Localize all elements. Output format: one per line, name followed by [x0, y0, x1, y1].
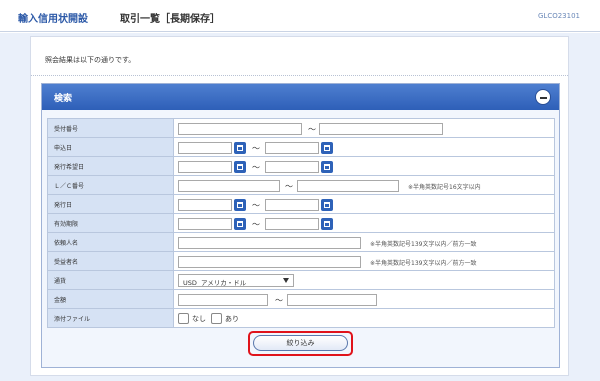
amount-to-input[interactable]: [287, 293, 377, 306]
row-currency: 通貨 USD アメリカ・ドル: [47, 270, 555, 290]
minus-circle-icon[interactable]: [535, 89, 551, 105]
receipt-no-from-input[interactable]: [178, 122, 302, 135]
attachment-yes-checkbox[interactable]: [211, 312, 222, 324]
lc-no-from-input[interactable]: [178, 179, 280, 192]
range-tilde: ～: [252, 200, 260, 210]
amount-label: 金額: [47, 289, 174, 309]
attachment-none-label: なし: [192, 314, 206, 323]
calendar-icon[interactable]: [234, 141, 246, 154]
application-date-to-input[interactable]: [265, 141, 319, 154]
range-tilde: ～: [252, 143, 260, 153]
applicant-label: 依頼人名: [47, 232, 174, 252]
beneficiary-input[interactable]: [178, 255, 361, 268]
range-tilde: ～: [252, 162, 260, 172]
beneficiary-hint: ※半角英数記号139文字以内／前方一致: [370, 259, 477, 267]
row-receipt-no: 受付番号 ～: [47, 118, 555, 138]
issue-request-date-label: 発行希望日: [47, 156, 174, 176]
lc-no-to-input[interactable]: [297, 179, 399, 192]
range-tilde: ～: [308, 124, 316, 134]
row-applicant: 依頼人名 ※半角英数記号139文字以内／前方一致: [47, 232, 555, 252]
calendar-icon[interactable]: [321, 160, 333, 173]
beneficiary-label: 受益者名: [47, 251, 174, 271]
applicant-hint: ※半角英数記号139文字以内／前方一致: [370, 240, 477, 248]
search-form: 受付番号 ～ 申込日 ～ 発行希望日 ～ Ｌ／Ｃ番号 ～ ※半角英数記号16文字…: [47, 118, 555, 328]
expiry-date-label: 有効期限: [47, 213, 174, 233]
attachment-label: 添付ファイル: [47, 308, 174, 328]
app-title: 輸入信用状開設: [18, 14, 88, 25]
result-message: 照会結果は以下の通りです。: [45, 56, 136, 64]
attachment-none-checkbox[interactable]: [178, 312, 189, 324]
calendar-icon[interactable]: [321, 217, 333, 230]
row-beneficiary: 受益者名 ※半角英数記号139文字以内／前方一致: [47, 251, 555, 271]
search-panel-title: 検索: [54, 94, 73, 104]
expiry-date-from-input[interactable]: [178, 217, 232, 230]
amount-from-input[interactable]: [178, 293, 268, 306]
currency-selected-value: USD アメリカ・ドル: [183, 278, 247, 287]
range-tilde: ～: [252, 219, 260, 229]
issue-date-label: 発行日: [47, 194, 174, 214]
search-panel: 検索 受付番号 ～ 申込日 ～ 発行希望日 ～ Ｌ／Ｃ番号 ～ ※半角英数記号1…: [41, 83, 560, 368]
screen-code: GLCO23101: [538, 12, 580, 20]
row-issue-date: 発行日 ～: [47, 194, 555, 214]
application-date-from-input[interactable]: [178, 141, 232, 154]
lc-no-label: Ｌ／Ｃ番号: [47, 175, 174, 195]
receipt-no-to-input[interactable]: [319, 122, 443, 135]
row-application-date: 申込日 ～: [47, 137, 555, 157]
calendar-icon[interactable]: [321, 141, 333, 154]
row-issue-request-date: 発行希望日 ～: [47, 156, 555, 176]
currency-select[interactable]: USD アメリカ・ドル: [178, 273, 294, 287]
issue-date-to-input[interactable]: [265, 198, 319, 211]
filter-button[interactable]: 絞り込み: [253, 335, 348, 351]
currency-label: 通貨: [47, 270, 174, 290]
applicant-input[interactable]: [178, 236, 361, 249]
issue-request-date-to-input[interactable]: [265, 160, 319, 173]
issue-request-date-from-input[interactable]: [178, 160, 232, 173]
divider: [31, 75, 568, 76]
page-title: 取引一覧［長期保存］: [120, 14, 220, 25]
range-tilde: ～: [285, 181, 293, 191]
issue-date-from-input[interactable]: [178, 198, 232, 211]
calendar-icon[interactable]: [234, 160, 246, 173]
application-date-label: 申込日: [47, 137, 174, 157]
search-panel-header: 検索: [42, 84, 559, 110]
page-header: 輸入信用状開設 取引一覧［長期保存］ GLCO23101: [0, 0, 600, 32]
range-tilde: ～: [275, 295, 283, 305]
row-lc-no: Ｌ／Ｃ番号 ～ ※半角英数記号16文字以内: [47, 175, 555, 195]
receipt-no-label: 受付番号: [47, 118, 174, 138]
row-attachment: 添付ファイル なし あり: [47, 308, 555, 328]
main-panel: 照会結果は以下の通りです。 検索 受付番号 ～ 申込日 ～ 発行希望日 ～ Ｌ／…: [30, 36, 569, 376]
row-expiry-date: 有効期限 ～: [47, 213, 555, 233]
calendar-icon[interactable]: [234, 198, 246, 211]
lc-no-hint: ※半角英数記号16文字以内: [408, 183, 481, 191]
row-amount: 金額 ～: [47, 289, 555, 309]
chevron-down-icon: [283, 277, 289, 283]
attachment-yes-label: あり: [225, 314, 239, 323]
calendar-icon[interactable]: [234, 217, 246, 230]
expiry-date-to-input[interactable]: [265, 217, 319, 230]
calendar-icon[interactable]: [321, 198, 333, 211]
